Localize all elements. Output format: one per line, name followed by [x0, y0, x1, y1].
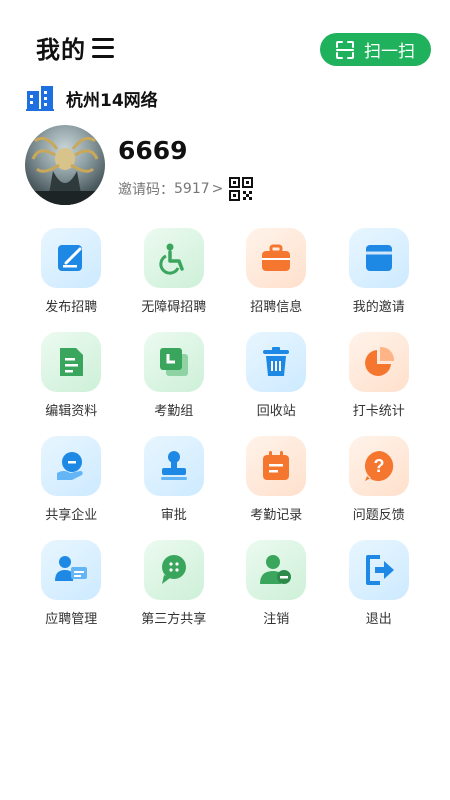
menu-label: 第三方共享	[141, 612, 207, 627]
menu-item-attendance-group[interactable]: 考勤组	[123, 332, 226, 436]
qr-code-icon[interactable]	[229, 177, 254, 201]
menu-icon[interactable]	[92, 37, 114, 58]
invite-row[interactable]: 邀请码： 5917 >	[118, 177, 254, 201]
menu-label: 退出	[365, 612, 392, 627]
menu-label: 共享企业	[45, 508, 98, 523]
invite-inbox-icon	[348, 228, 409, 288]
applicant-icon	[41, 540, 102, 600]
trash-icon	[246, 332, 307, 392]
menu-label: 应聘管理	[45, 612, 98, 627]
menu-item-job-info[interactable]: 招聘信息	[225, 228, 328, 332]
menu-item-deregister[interactable]: 注销	[225, 540, 328, 644]
invite-label: 邀请码：	[118, 182, 174, 198]
avatar[interactable]	[25, 125, 105, 205]
chevron-right-icon: >	[211, 181, 224, 197]
menu-item-edit-profile[interactable]: 编辑资料	[20, 332, 123, 436]
edit-document-icon	[41, 332, 102, 392]
org-row: 杭州14网络	[26, 85, 158, 111]
org-name: 杭州14网络	[66, 90, 158, 111]
menu-label: 招聘信息	[250, 300, 303, 315]
pie-chart-icon	[348, 332, 409, 392]
question-icon: ?	[348, 436, 409, 496]
menu-item-recycle-bin[interactable]: 回收站	[225, 332, 328, 436]
menu-label: 注销	[263, 612, 290, 627]
logout-icon	[348, 540, 409, 600]
menu-item-logout[interactable]: 退出	[328, 540, 431, 644]
shared-company-icon	[41, 436, 102, 496]
menu-label: 我的邀请	[352, 300, 405, 315]
menu-label: 编辑资料	[45, 404, 98, 419]
stamp-icon	[143, 436, 204, 496]
post-job-icon	[41, 228, 102, 288]
menu-item-post-job[interactable]: 发布招聘	[20, 228, 123, 332]
user-name: 6669	[118, 136, 188, 165]
header: 我的 扫一扫	[0, 0, 450, 92]
menu-label: 发布招聘	[45, 300, 98, 315]
menu-item-accessible-recruit[interactable]: 无障碍招聘	[123, 228, 226, 332]
third-party-share-icon	[143, 540, 204, 600]
scan-label: 扫一扫	[364, 42, 415, 62]
menu-item-clock-stats[interactable]: 打卡统计	[328, 332, 431, 436]
menu-label: 回收站	[256, 404, 296, 419]
title-wrap: 我的	[36, 30, 114, 65]
menu-label: 打卡统计	[352, 404, 405, 419]
briefcase-icon	[246, 228, 307, 288]
invite-code: 5917	[174, 181, 210, 197]
menu-label: 问题反馈	[352, 508, 405, 523]
menu-label: 审批	[160, 508, 187, 523]
menu-item-my-invite[interactable]: 我的邀请	[328, 228, 431, 332]
accessibility-icon	[143, 228, 204, 288]
svg-text:?: ?	[373, 456, 384, 476]
menu-item-attendance-record[interactable]: 考勤记录	[225, 436, 328, 540]
attendance-group-icon	[143, 332, 204, 392]
menu-label: 考勤记录	[250, 508, 303, 523]
building-icon	[26, 86, 54, 111]
menu-item-approval[interactable]: 审批	[123, 436, 226, 540]
page-title: 我的	[36, 36, 86, 64]
avatar-image	[25, 136, 105, 205]
menu-label: 考勤组	[154, 404, 194, 419]
menu-label: 无障碍招聘	[141, 300, 207, 315]
calendar-icon	[246, 436, 307, 496]
menu-item-feedback[interactable]: ? 问题反馈	[328, 436, 431, 540]
menu-grid: 发布招聘 无障碍招聘 招聘信息 我的邀请 编辑资料 考勤组 回收站 打卡统计 共…	[20, 228, 430, 644]
user-remove-icon	[246, 540, 307, 600]
scan-button[interactable]: 扫一扫	[320, 33, 431, 66]
menu-item-applicant-mgmt[interactable]: 应聘管理	[20, 540, 123, 644]
menu-item-third-party-share[interactable]: 第三方共享	[123, 540, 226, 644]
menu-item-shared-company[interactable]: 共享企业	[20, 436, 123, 540]
scan-icon	[336, 40, 354, 59]
